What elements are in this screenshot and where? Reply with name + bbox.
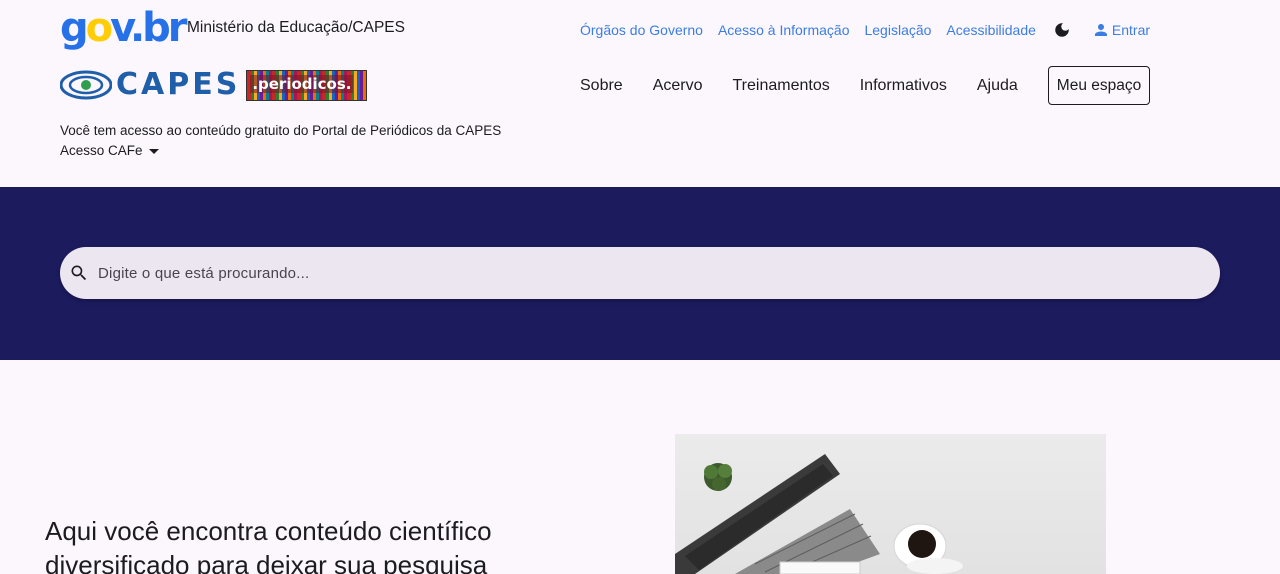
meu-espaco-button[interactable]: Meu espaço (1047, 66, 1151, 105)
main-nav: Sobre Acervo Treinamentos Informativos A… (580, 66, 1151, 105)
nav-sobre[interactable]: Sobre (580, 67, 623, 105)
hero-image (675, 434, 1106, 574)
search-bar[interactable] (60, 247, 1220, 299)
search-band (0, 187, 1280, 360)
nav-informativos[interactable]: Informativos (860, 67, 947, 105)
theme-toggle-button[interactable] (1052, 20, 1072, 40)
periodicos-label: .periodicos. (250, 74, 354, 93)
cafe-label: Acesso CAFe (60, 143, 143, 158)
access-message: Você tem acesso ao conteúdo gratuito do … (60, 123, 502, 138)
caret-down-icon (148, 148, 159, 154)
nav-acervo[interactable]: Acervo (653, 67, 703, 105)
govbr-logo-text: gov.br (60, 5, 187, 51)
capes-eye-icon (60, 70, 112, 100)
link-orgaos-governo[interactable]: Órgãos do Governo (580, 22, 703, 38)
cafe-dropdown[interactable]: Acesso CAFe (60, 141, 501, 161)
search-icon[interactable] (69, 263, 89, 283)
login-label: Entrar (1111, 22, 1151, 38)
hero-illustration (675, 454, 963, 574)
ministry-label: Ministério da Educação/CAPES (187, 19, 405, 36)
link-acessibilidade[interactable]: Acessibilidade (946, 22, 1036, 38)
govbr-logo[interactable]: gov.br (60, 5, 187, 51)
link-legislacao[interactable]: Legislação (864, 22, 931, 38)
nav-ajuda[interactable]: Ajuda (977, 67, 1018, 105)
capes-periodicos-logo[interactable]: CAPES .periodicos. (60, 67, 368, 102)
hero-heading: Aqui você encontra conteúdo científico d… (45, 516, 492, 574)
link-acesso-informacao[interactable]: Acesso à Informação (718, 22, 850, 38)
periodicos-logo: .periodicos. (246, 69, 368, 101)
login-button[interactable]: Entrar (1092, 21, 1150, 39)
access-info: Você tem acesso ao conteúdo gratuito do … (60, 121, 501, 161)
search-input[interactable] (98, 264, 1198, 282)
utility-links: Órgãos do Governo Acesso à Informação Le… (580, 20, 1150, 40)
moon-icon (1055, 23, 1069, 37)
nav-treinamentos[interactable]: Treinamentos (733, 67, 830, 105)
capes-text: CAPES (116, 67, 241, 102)
person-icon (1094, 24, 1107, 36)
